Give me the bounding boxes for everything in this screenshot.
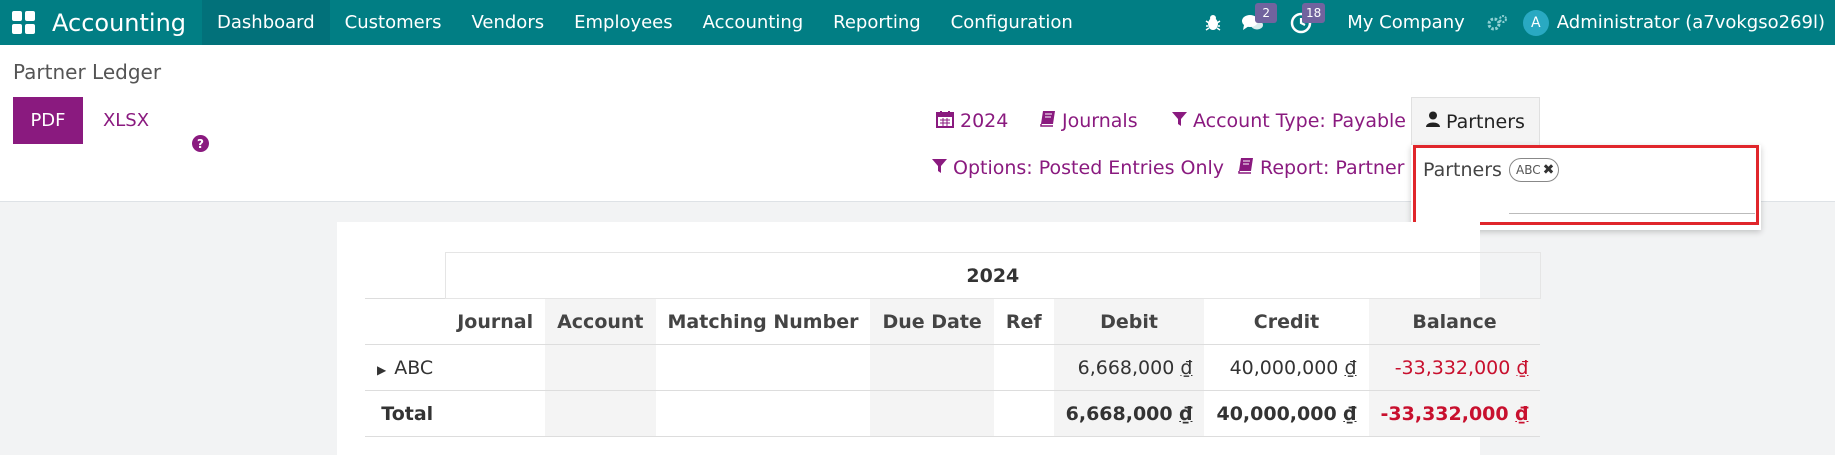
nav-item-customers[interactable]: Customers xyxy=(330,0,457,45)
debug-bug-icon[interactable] xyxy=(1193,0,1233,45)
credit-value: 40,000,000 xyxy=(1229,356,1339,379)
debit-value: 6,668,000 xyxy=(1077,356,1175,379)
nav-item-configuration[interactable]: Configuration xyxy=(936,0,1088,45)
funnel-icon xyxy=(1172,111,1187,132)
partners-dropdown-label: Partners xyxy=(1423,159,1502,181)
book-icon xyxy=(1238,157,1254,179)
partner-tag: ABC ✖ xyxy=(1509,158,1560,182)
col-debit[interactable]: Debit xyxy=(1053,298,1205,345)
company-switcher[interactable]: My Company xyxy=(1335,12,1477,33)
balance-value: -33,332,000 xyxy=(1394,356,1511,379)
currency-symbol: ₫ xyxy=(1180,356,1193,379)
col-ref[interactable]: Ref xyxy=(993,298,1054,345)
currency-symbol: ₫ xyxy=(1344,356,1357,379)
pdf-button[interactable]: PDF xyxy=(13,97,83,144)
currency-symbol: ₫ xyxy=(1179,402,1193,425)
currency-symbol: ₫ xyxy=(1516,356,1529,379)
date-filter[interactable]: 2024 xyxy=(936,101,1008,141)
journals-filter-label: Journals xyxy=(1062,110,1138,132)
partners-filter-label: Partners xyxy=(1446,110,1525,133)
debit-cell: 6,668,000 ₫ xyxy=(1053,344,1205,391)
partner-name: ABC xyxy=(394,356,434,379)
avatar: A xyxy=(1522,9,1549,36)
messages-count-badge: 2 xyxy=(1255,3,1278,23)
partner-cell[interactable]: ▶ ABC xyxy=(365,344,446,391)
user-menu[interactable]: A Administrator (a7vokgso269l) xyxy=(1517,9,1835,36)
funnel-icon xyxy=(932,158,947,179)
col-matching-number[interactable]: Matching Number xyxy=(655,298,871,345)
report-filter-label: Report: Partner L xyxy=(1260,157,1422,179)
total-debit-value: 6,668,000 xyxy=(1065,402,1173,425)
app-brand[interactable]: Accounting xyxy=(46,9,202,37)
activities-clock-icon[interactable]: 18 xyxy=(1281,0,1326,45)
journals-filter[interactable]: Journals xyxy=(1040,101,1138,141)
nav-item-dashboard[interactable]: Dashboard xyxy=(202,0,330,45)
period-header: 2024 xyxy=(444,252,1541,299)
nav-item-reporting[interactable]: Reporting xyxy=(818,0,936,45)
help-question-icon[interactable]: ? xyxy=(192,135,209,152)
date-filter-label: 2024 xyxy=(960,110,1009,132)
col-credit[interactable]: Credit xyxy=(1204,298,1369,345)
nav-item-employees[interactable]: Employees xyxy=(559,0,688,45)
partners-search-input[interactable] xyxy=(1509,190,1755,214)
settings-gears-icon[interactable] xyxy=(1477,0,1517,45)
account-type-filter[interactable]: Account Type: Payable xyxy=(1172,101,1406,141)
col-journal[interactable]: Journal xyxy=(445,298,546,345)
currency-symbol: ₫ xyxy=(1515,402,1529,425)
partner-ledger-table: 2024 Journal Account Matching Number Due… xyxy=(365,252,1541,437)
partner-tag-label: ABC xyxy=(1516,163,1541,177)
total-balance-cell: -33,332,000 ₫ xyxy=(1368,390,1541,437)
col-account[interactable]: Account xyxy=(545,298,656,345)
balance-cell: -33,332,000 ₫ xyxy=(1368,344,1541,391)
book-icon xyxy=(1040,110,1056,132)
options-filter[interactable]: Options: Posted Entries Only xyxy=(932,148,1224,188)
total-credit-cell: 40,000,000 ₫ xyxy=(1204,390,1369,437)
caret-right-icon[interactable]: ▶ xyxy=(377,363,386,377)
breadcrumb: Partner Ledger xyxy=(13,60,162,84)
partners-filter[interactable]: Partners xyxy=(1411,97,1540,145)
calendar-icon xyxy=(936,110,954,133)
report-filter[interactable]: Report: Partner L xyxy=(1238,148,1421,188)
user-icon xyxy=(1426,111,1440,132)
total-row: Total 6,668,000 ₫ 40,000,000 ₫ -33,332,0… xyxy=(365,390,1541,437)
partners-dropdown: Partners ABC ✖ xyxy=(1411,145,1761,230)
remove-tag-icon[interactable]: ✖ xyxy=(1543,162,1555,178)
total-label: Total xyxy=(365,390,446,437)
user-name: Administrator (a7vokgso269l) xyxy=(1556,12,1825,33)
app-menu-icon[interactable] xyxy=(0,0,46,45)
report-sheet: 2024 Journal Account Matching Number Due… xyxy=(337,222,1541,455)
credit-cell: 40,000,000 ₫ xyxy=(1204,344,1369,391)
top-navbar: Accounting Dashboard Customers Vendors E… xyxy=(0,0,1835,45)
col-balance[interactable]: Balance xyxy=(1368,298,1541,345)
total-balance-value: -33,332,000 xyxy=(1380,402,1509,425)
messages-icon[interactable]: 2 xyxy=(1233,0,1278,45)
options-filter-label: Options: Posted Entries Only xyxy=(953,157,1225,179)
currency-symbol: ₫ xyxy=(1343,402,1357,425)
nav-item-accounting[interactable]: Accounting xyxy=(688,0,819,45)
account-type-filter-label: Account Type: Payable xyxy=(1193,110,1406,132)
total-credit-value: 40,000,000 xyxy=(1216,402,1337,425)
column-header-row: Journal Account Matching Number Due Date… xyxy=(365,298,1541,345)
table-row[interactable]: ▶ ABC 6,668,000 ₫ 40,000,000 ₫ -33,332,00… xyxy=(365,344,1541,391)
col-due-date[interactable]: Due Date xyxy=(870,298,994,345)
xlsx-button[interactable]: XLSX xyxy=(90,97,162,144)
activities-count-badge: 18 xyxy=(1301,3,1326,23)
nav-item-vendors[interactable]: Vendors xyxy=(456,0,559,45)
total-debit-cell: 6,668,000 ₫ xyxy=(1053,390,1205,437)
